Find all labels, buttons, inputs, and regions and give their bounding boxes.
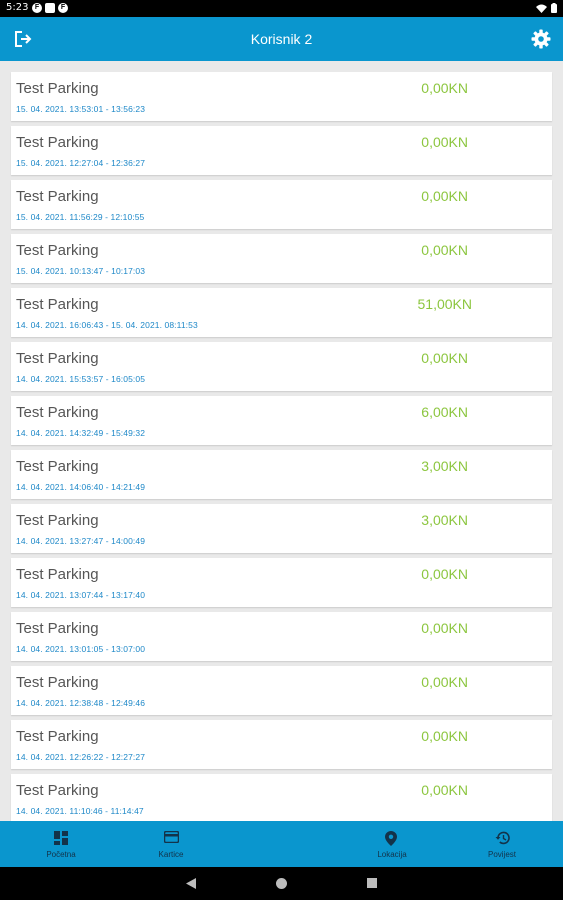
app-bar: Korisnik 2: [0, 17, 563, 61]
list-item[interactable]: Test Parking 14. 04. 2021. 13:27:47 - 14…: [11, 504, 552, 553]
parking-period: 14. 04. 2021. 13:01:05 - 13:07:00: [16, 644, 146, 654]
status-time: 5:23: [6, 2, 29, 13]
parking-name: Test Parking: [16, 728, 99, 745]
nav-label: Početna: [46, 850, 76, 859]
parking-amount: 0,00KN: [421, 620, 468, 636]
notification-icons: F F: [32, 3, 68, 13]
parking-period: 14. 04. 2021. 12:26:22 - 12:27:27: [16, 752, 146, 762]
notification-f-icon: F: [32, 3, 42, 13]
nav-label: Lokacija: [377, 850, 407, 859]
parking-name: Test Parking: [16, 674, 99, 691]
parking-name: Test Parking: [16, 188, 99, 205]
parking-period: 14. 04. 2021. 14:06:40 - 14:21:49: [16, 482, 146, 492]
parking-amount: 0,00KN: [421, 242, 468, 258]
notification-card-icon: [45, 3, 55, 13]
page-title: Korisnik 2: [250, 31, 313, 47]
parking-amount: 0,00KN: [421, 782, 468, 798]
parking-period: 15. 04. 2021. 13:53:01 - 13:56:23: [16, 104, 146, 114]
list-item[interactable]: Test Parking 14. 04. 2021. 14:32:49 - 15…: [11, 396, 552, 445]
parking-amount: 0,00KN: [421, 728, 468, 744]
parking-name: Test Parking: [16, 134, 99, 151]
list-item[interactable]: Test Parking 15. 04. 2021. 11:56:29 - 12…: [11, 180, 552, 229]
parking-amount: 6,00KN: [421, 404, 468, 420]
list-item[interactable]: Test Parking 14. 04. 2021. 15:53:57 - 16…: [11, 342, 552, 391]
parking-period: 15. 04. 2021. 11:56:29 - 12:10:55: [16, 212, 145, 222]
parking-name: Test Parking: [16, 566, 99, 583]
parking-name: Test Parking: [16, 80, 99, 97]
system-status-icons: [536, 3, 557, 13]
nav-label: Kartice: [158, 850, 184, 859]
parking-period: 14. 04. 2021. 11:10:46 - 11:14:47: [16, 806, 144, 816]
nav-item-pocetna[interactable]: Početna: [21, 821, 101, 867]
nav-label: Povijest: [487, 850, 516, 859]
parking-period: 14. 04. 2021. 12:38:48 - 12:49:46: [16, 698, 146, 708]
list-item[interactable]: Test Parking 15. 04. 2021. 12:27:04 - 12…: [11, 126, 552, 175]
parking-period: 14. 04. 2021. 13:07:44 - 13:17:40: [16, 590, 146, 600]
parking-name: Test Parking: [16, 242, 99, 259]
parking-amount: 0,00KN: [421, 80, 468, 96]
parking-name: Test Parking: [16, 350, 99, 367]
home-icon[interactable]: [276, 878, 287, 889]
parking-amount: 0,00KN: [421, 350, 468, 366]
parking-period: 14. 04. 2021. 13:27:47 - 14:00:49: [16, 536, 146, 546]
parking-history-list[interactable]: Test Parking 15. 04. 2021. 13:53:01 - 13…: [0, 61, 563, 821]
wifi-icon: [536, 4, 547, 13]
parking-amount: 0,00KN: [421, 566, 468, 582]
list-item[interactable]: Test Parking 15. 04. 2021. 10:13:47 - 10…: [11, 234, 552, 283]
parking-name: Test Parking: [16, 782, 99, 799]
gear-icon[interactable]: [531, 29, 551, 54]
card-icon: [164, 831, 179, 843]
dashboard-icon: [54, 831, 68, 845]
list-item[interactable]: Test Parking 14. 04. 2021. 13:07:44 - 13…: [11, 558, 552, 607]
nav-item-kartice[interactable]: Kartice: [131, 821, 211, 867]
parking-amount: 3,00KN: [421, 458, 468, 474]
parking-name: Test Parking: [16, 404, 99, 421]
battery-icon: [551, 3, 557, 13]
list-item[interactable]: Test Parking 14. 04. 2021. 11:10:46 - 11…: [11, 774, 552, 821]
list-item[interactable]: Test Parking 14. 04. 2021. 13:01:05 - 13…: [11, 612, 552, 661]
parking-name: Test Parking: [16, 458, 99, 475]
notification-f2-icon: F: [58, 3, 68, 13]
back-icon[interactable]: [186, 878, 196, 889]
list-item[interactable]: Test Parking 14. 04. 2021. 12:38:48 - 12…: [11, 666, 552, 715]
status-bar: 5:23 F F: [0, 0, 563, 17]
parking-amount: 0,00KN: [421, 188, 468, 204]
parking-period: 15. 04. 2021. 12:27:04 - 12:36:27: [16, 158, 146, 168]
location-pin-icon: [385, 831, 397, 846]
bottom-navigation: Početna Kartice Lokacija Povijest: [0, 821, 563, 867]
list-item[interactable]: Test Parking 14. 04. 2021. 12:26:22 - 12…: [11, 720, 552, 769]
parking-name: Test Parking: [16, 512, 99, 529]
parking-amount: 3,00KN: [421, 512, 468, 528]
parking-amount: 0,00KN: [421, 674, 468, 690]
parking-period: 14. 04. 2021. 15:53:57 - 16:05:05: [16, 374, 146, 384]
parking-name: Test Parking: [16, 620, 99, 637]
history-icon: [495, 831, 510, 845]
nav-item-povijest[interactable]: Povijest: [462, 821, 542, 867]
parking-period: 15. 04. 2021. 10:13:47 - 10:17:03: [16, 266, 146, 276]
list-item[interactable]: Test Parking 14. 04. 2021. 16:06:43 - 15…: [11, 288, 552, 337]
parking-name: Test Parking: [16, 296, 99, 313]
parking-amount: 0,00KN: [421, 134, 468, 150]
parking-period: 14. 04. 2021. 14:32:49 - 15:49:32: [16, 428, 146, 438]
list-item[interactable]: Test Parking 15. 04. 2021. 13:53:01 - 13…: [11, 72, 552, 121]
list-item[interactable]: Test Parking 14. 04. 2021. 14:06:40 - 14…: [11, 450, 552, 499]
parking-period: 14. 04. 2021. 16:06:43 - 15. 04. 2021. 0…: [16, 320, 198, 330]
recents-icon[interactable]: [367, 878, 377, 888]
nav-item-lokacija[interactable]: Lokacija: [352, 821, 432, 867]
parking-amount: 51,00KN: [417, 296, 472, 312]
system-navigation-bar: [0, 867, 563, 900]
